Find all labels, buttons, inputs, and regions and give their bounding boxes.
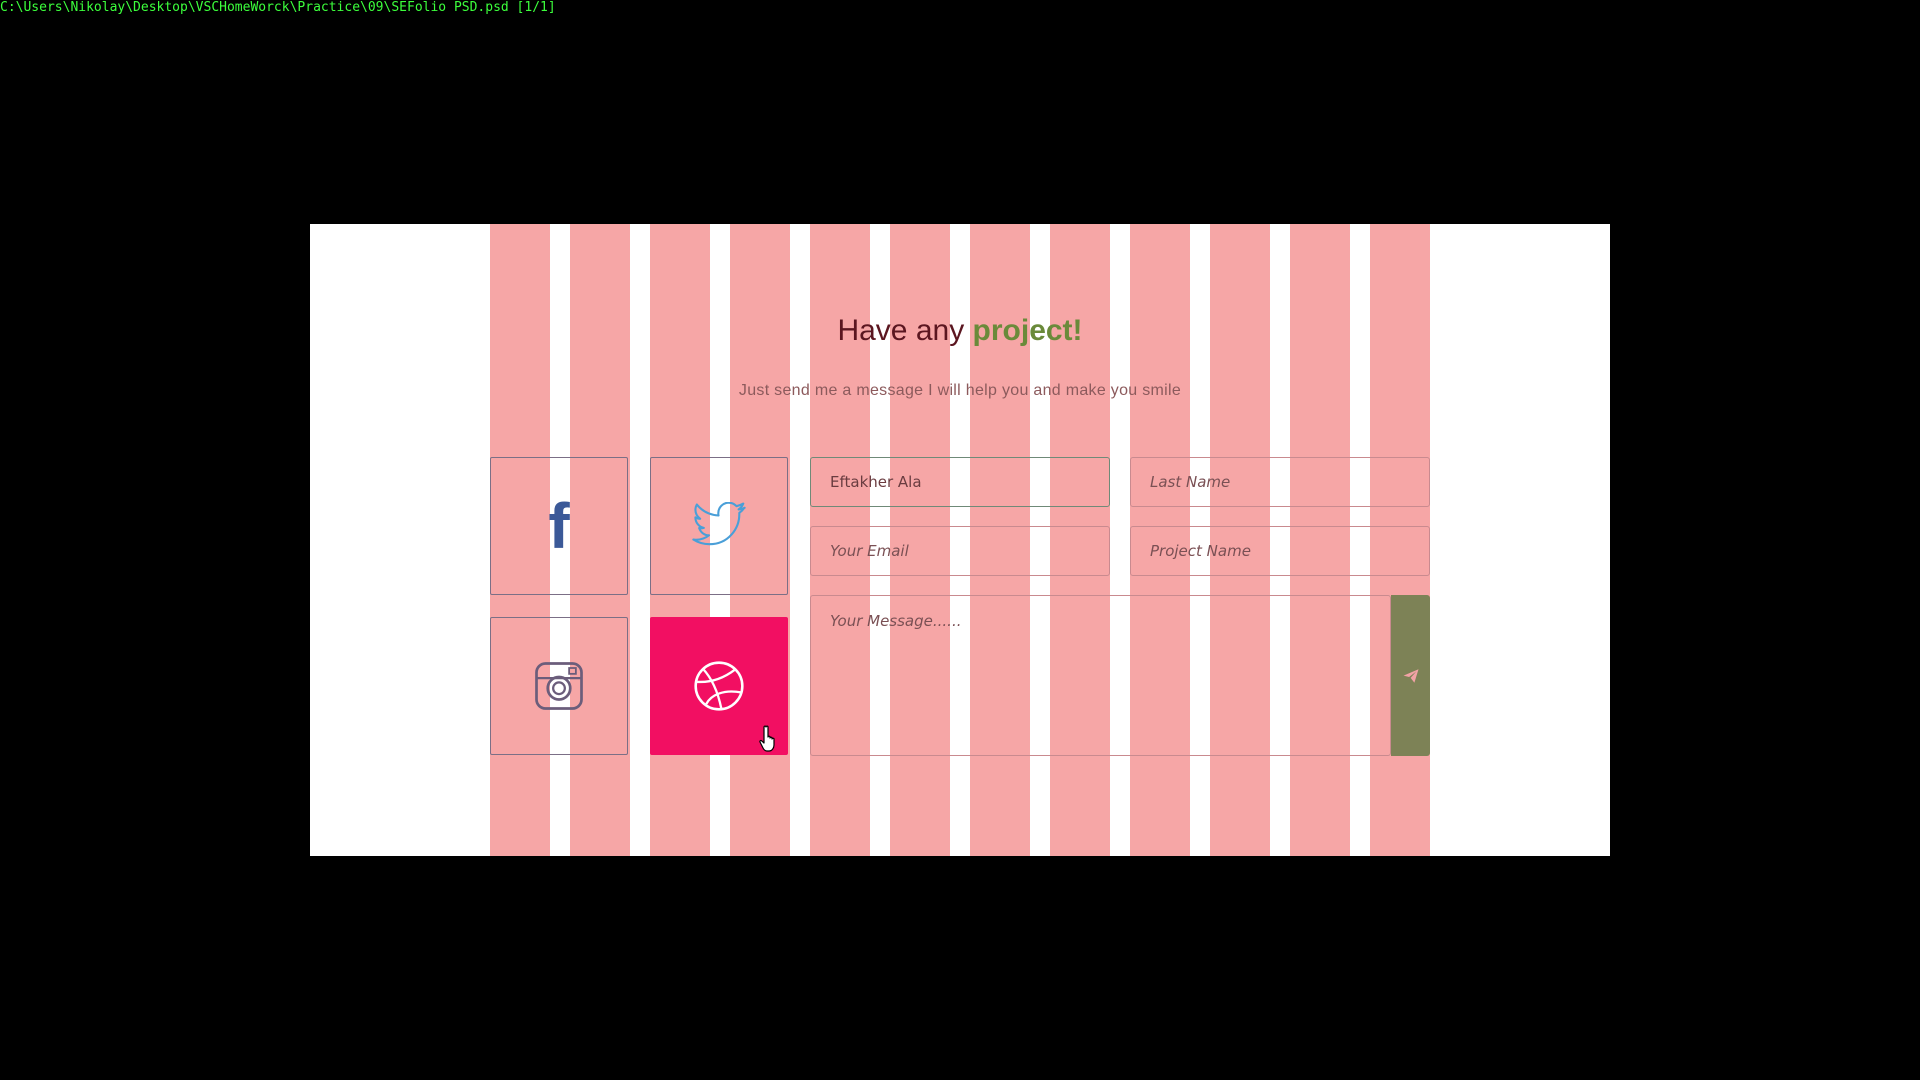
twitter-icon (692, 502, 746, 546)
paper-plane-icon (1403, 668, 1418, 683)
psd-canvas: Have any project! Just send me a message… (310, 224, 1610, 856)
dribbble-icon (694, 661, 744, 711)
email-field[interactable] (810, 526, 1110, 576)
facebook-button[interactable]: f (490, 457, 628, 595)
message-field[interactable] (810, 595, 1391, 756)
heading-text: Have any (837, 314, 973, 347)
window-title: C:\Users\Nikolay\Desktop\VSCHomeWorck\Pr… (0, 0, 556, 15)
section-subheading: Just send me a message I will help you a… (738, 382, 1182, 399)
project-name-field[interactable] (1130, 526, 1430, 576)
section-heading: Have any project! (490, 314, 1430, 348)
instagram-button[interactable] (490, 617, 628, 755)
heading-accent: project! (972, 314, 1083, 347)
send-button[interactable] (1391, 595, 1430, 756)
first-name-field[interactable] (810, 457, 1110, 507)
twitter-button[interactable] (650, 457, 788, 595)
instagram-icon (535, 662, 583, 710)
facebook-icon: f (548, 490, 570, 562)
hand-cursor-icon (759, 725, 775, 752)
last-name-field[interactable] (1130, 457, 1430, 507)
